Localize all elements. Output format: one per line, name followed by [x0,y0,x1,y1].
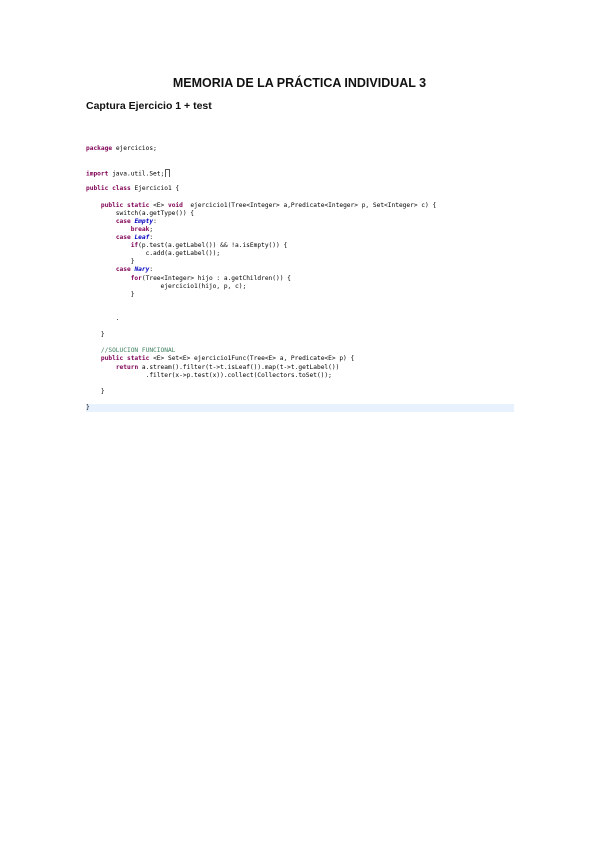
code-token: //SOLUCIÓN FUNCIONAL [100,347,176,355]
code-token: <E> Set<E> ejercicio1Func(Tree<E> a, Pre… [153,355,355,363]
code-token: } [86,290,135,298]
code-token: ejercicio1(Tree<Integer> a,Predicate<Int… [186,201,437,209]
code-token: <E> [153,201,168,209]
code-token: break [130,225,150,233]
fold-marker-icon [165,169,171,178]
code-line: } [86,331,514,339]
code-token: .filter(x->p.test(x)).collect(Collectors… [86,371,332,379]
code-token: java.util.Set; [112,170,165,178]
code-token: : [149,234,154,242]
code-token: static [126,355,154,363]
code-token: . [86,314,120,322]
code-token: } [86,258,135,266]
code-line: case Nary: [86,266,514,274]
code-token: c.add(a.getLabel()); [86,250,221,258]
code-line: return a.stream().filter(t->t.isLeaf()).… [86,364,514,372]
code-token: ; [149,225,154,233]
code-line: public class Ejercicio1 { [86,185,514,193]
code-token: static [126,201,154,209]
code-line: .filter(x->p.test(x)).collect(Collectors… [86,372,514,380]
section-heading: Captura Ejercicio 1 + test [86,100,212,112]
code-token: Ejercicio1 { [134,185,180,193]
code-token: Leaf [134,234,150,242]
code-line: import java.util.Set; [86,169,514,178]
code-token: for [130,274,142,282]
code-line: case Leaf: [86,234,514,242]
code-line: } [86,291,514,299]
code-line: c.add(a.getLabel()); [86,250,514,258]
code-token: (p.test(a.getLabel()) && !a.isEmpty()) { [138,242,288,250]
code-token: switch(a.getType()) { [86,209,195,217]
code-token: case [115,266,135,274]
code-token: : [149,266,154,274]
code-token: } [86,331,105,339]
code-token: Empty [134,217,154,225]
code-token: ejercicios; [115,145,157,152]
code-token: public [100,201,127,209]
code-token: package [86,145,116,152]
code-token: public [86,185,113,193]
code-token: a.stream().filter(t->t.isLeaf()).map(t->… [141,363,340,371]
code-line: ejercicio1(hijo, p, c); [86,283,514,291]
code-line: case Empty: [86,218,514,226]
code-line: public static <E> Set<E> ejercicio1Func(… [86,355,514,363]
code-token: public [100,355,127,363]
code-token: : [153,217,157,225]
code-line: //SOLUCIÓN FUNCIONAL [86,347,514,355]
code-line: } [86,404,514,413]
code-token: } [86,404,90,411]
code-token: (Tree<Integer> hijo : a.getChildren()) { [141,274,291,282]
code-token: case [115,234,135,242]
code-line: break; [86,226,514,234]
code-token: ejercicio1(hijo, p, c); [86,282,247,290]
code-line: } [86,388,514,396]
code-token: } [86,387,105,395]
code-line: package ejercicios; [86,145,514,153]
code-token: class [112,185,135,193]
code-screenshot: package ejercicios; import java.util.Set;… [86,145,514,413]
code-token: import [86,170,113,178]
code-line: public static <E> void ejercicio1(Tree<I… [86,202,514,210]
code-line: . [86,315,514,323]
code-token: case [115,217,135,225]
code-token: Nary [134,266,150,274]
code-token: return [115,363,142,371]
page-title: MEMORIA DE LA PRÁCTICA INDIVIDUAL 3 [172,76,427,90]
code-token: void [167,201,187,209]
code-line: for(Tree<Integer> hijo : a.getChildren()… [86,275,514,283]
code-line: } [86,258,514,266]
code-line: if(p.test(a.getLabel()) && !a.isEmpty())… [86,242,514,250]
code-line: switch(a.getType()) { [86,210,514,218]
